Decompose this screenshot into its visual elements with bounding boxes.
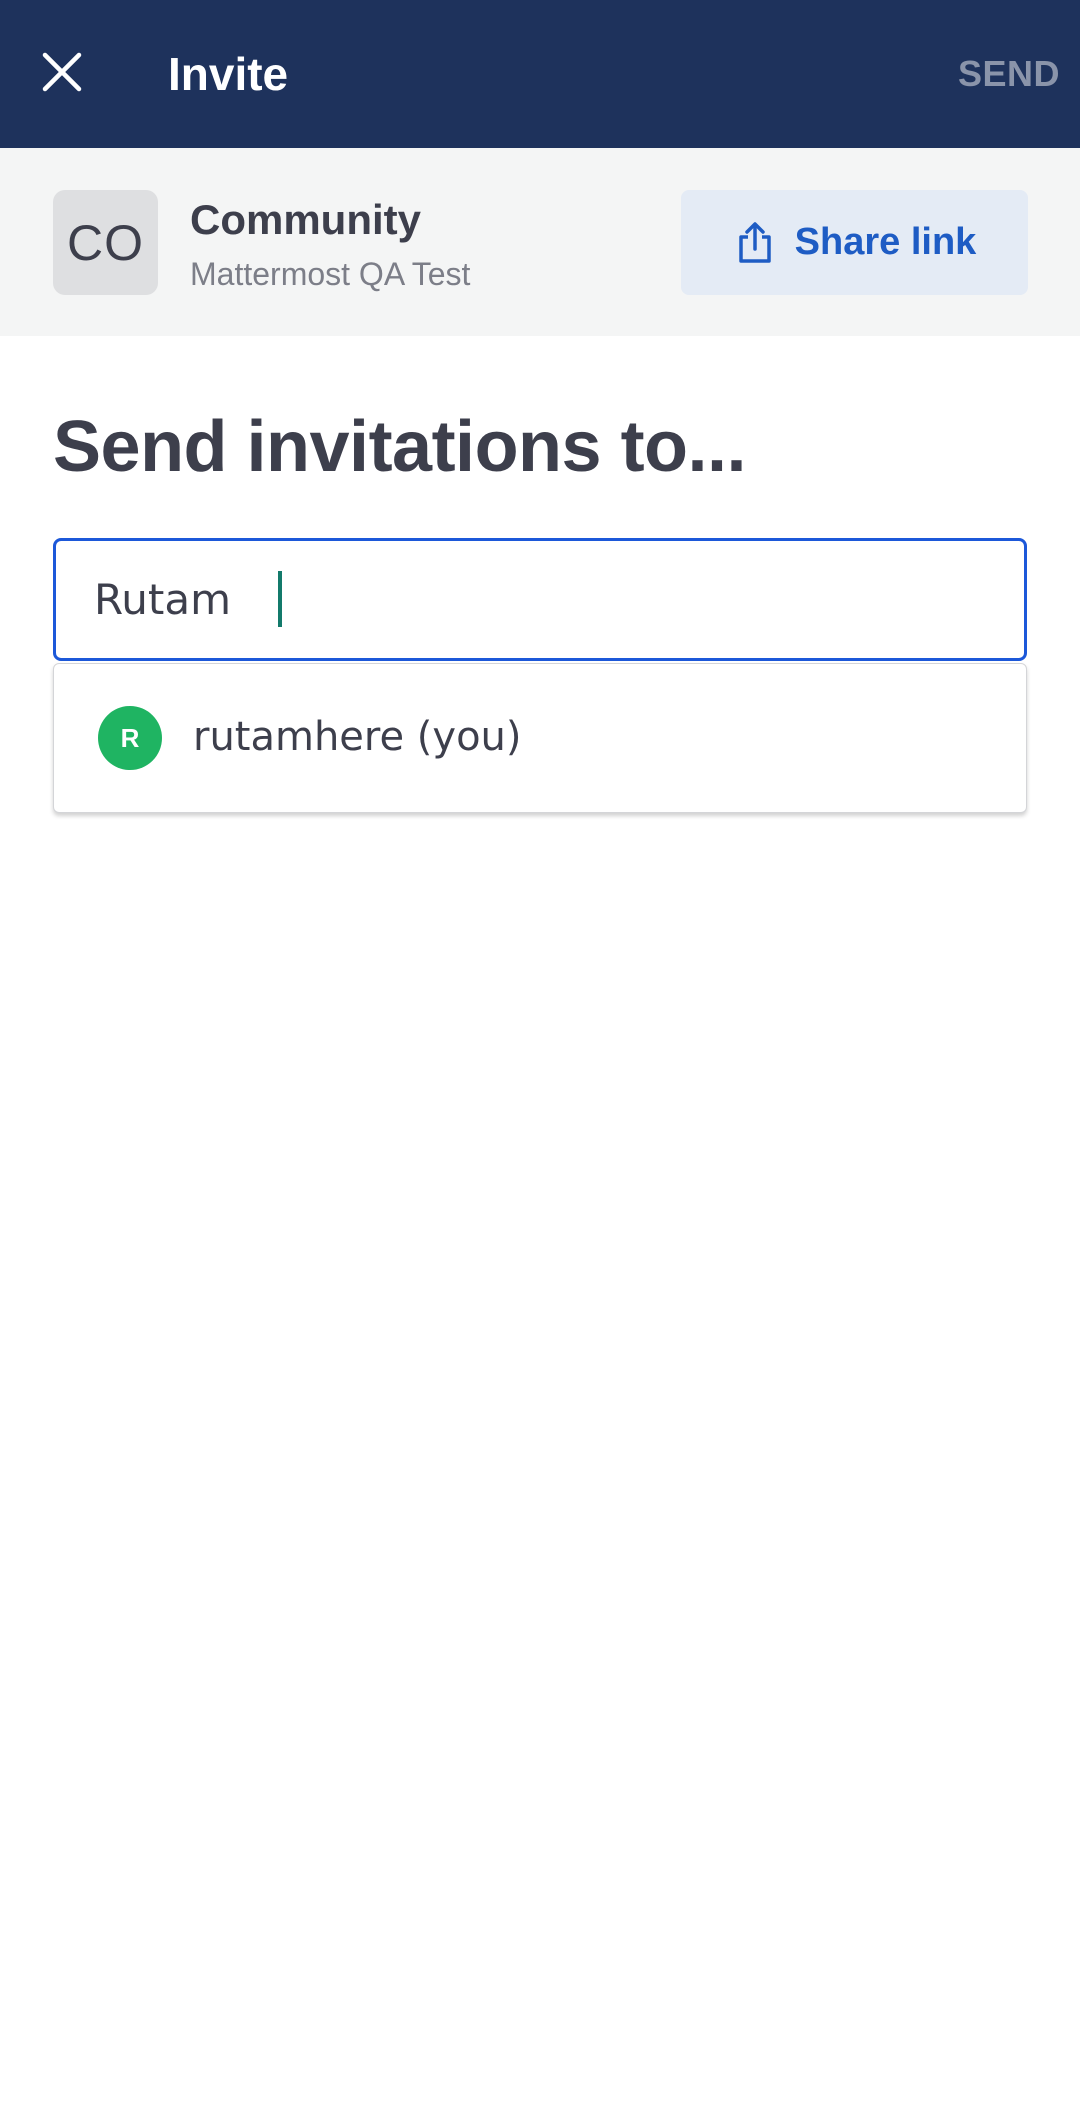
team-name: Community: [190, 196, 421, 243]
share-link-label: Share link: [794, 221, 977, 263]
suggestion-list: R rutamhere (you): [53, 663, 1027, 813]
suggestion-item[interactable]: R rutamhere (you): [54, 664, 1026, 812]
user-avatar: R: [98, 706, 162, 770]
invite-screen: Invite SEND CO Community Mattermost QA T…: [0, 0, 1080, 2117]
close-icon: [42, 52, 82, 97]
share-link-button[interactable]: Share link: [681, 190, 1028, 295]
team-avatar: CO: [53, 190, 158, 295]
suggestion-username: rutamhere (you): [193, 714, 522, 760]
invite-search-field[interactable]: [53, 538, 1027, 661]
invite-search-input[interactable]: [94, 541, 994, 658]
app-header: Invite SEND: [0, 0, 1080, 148]
team-subtitle: Mattermost QA Test: [190, 256, 471, 292]
text-cursor: [278, 571, 282, 627]
close-button[interactable]: [24, 30, 100, 118]
team-info-bar: CO Community Mattermost QA Test Share li…: [0, 148, 1080, 336]
send-button[interactable]: SEND: [958, 44, 1060, 104]
section-heading: Send invitations to...: [53, 407, 747, 487]
page-title: Invite: [168, 48, 289, 100]
share-icon: [733, 219, 777, 267]
